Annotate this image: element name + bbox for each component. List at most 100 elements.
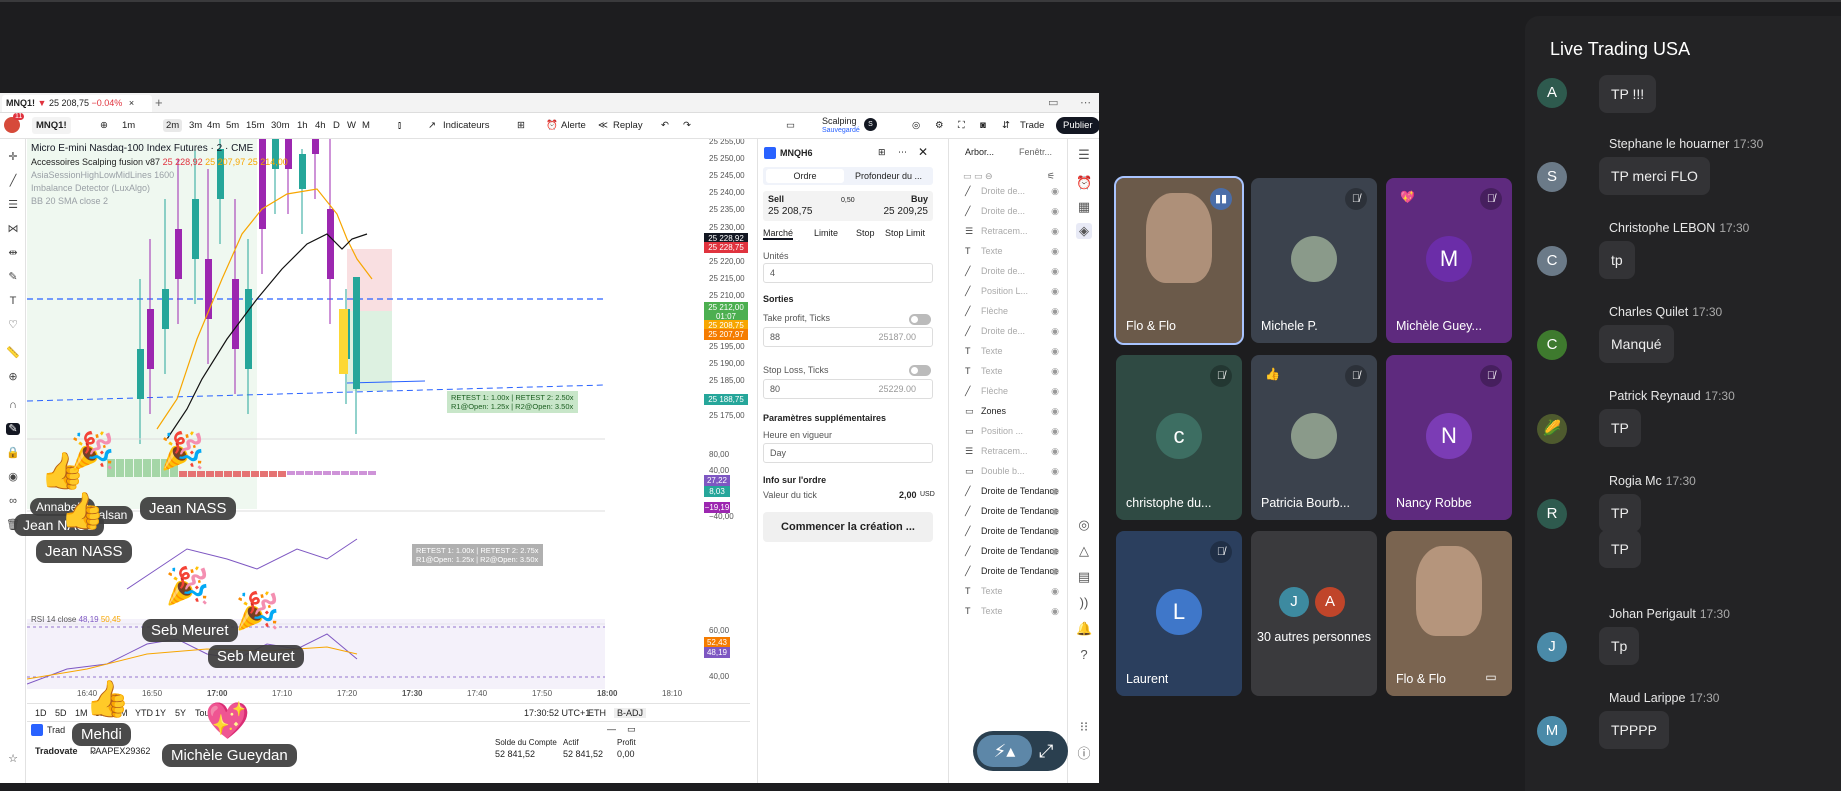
tree-item[interactable]: ▭ Position ... ◉ [965,426,1065,444]
tp-input[interactable]: 88 25187.00 [763,327,933,347]
eye-icon[interactable]: ◉ [1051,406,1059,417]
interval-15m[interactable]: 15m [246,120,264,131]
tree-item[interactable]: ☰ Retracem... ◉ [965,226,1065,244]
watchlist-icon[interactable]: ☰ [1076,147,1092,163]
type-market[interactable]: Marché [763,228,794,240]
notifications-icon[interactable]: 🔔 [1076,621,1092,637]
eye-icon[interactable]: ◉ [1051,186,1059,197]
help-icon[interactable]: ? [1076,647,1092,663]
interval-m[interactable]: M [362,120,370,131]
participant-tile[interactable]: c christophe du... 🎙̸ [1116,355,1242,520]
tab-close-icon[interactable]: × [129,98,134,108]
maximize-icon[interactable]: ▭ [627,724,636,735]
participant-tile[interactable]: J A 30 autres personnes [1251,531,1377,696]
tree-folder-icon[interactable]: ▭ ▭ ⊖ [963,171,993,182]
templates-icon[interactable]: ⊞ [517,120,525,131]
tree-item[interactable]: ╱ Droite de Tendance ◉ [965,546,1065,564]
eye-icon[interactable]: ◉ [1051,526,1059,537]
eye-icon[interactable]: ◉ [1051,506,1059,517]
price-chart[interactable]: Micro E-mini Nasdaq-100 Index Futures · … [27,139,750,704]
alert-icon[interactable]: ⏰ [546,120,558,131]
adj-button[interactable]: B-ADJ [614,708,647,718]
tab-order[interactable]: Ordre [766,169,844,183]
eye-icon[interactable]: ◉ [1051,566,1059,577]
calendar-icon[interactable]: ▦ [1076,199,1092,215]
interval-d[interactable]: D [333,120,340,131]
tree-item[interactable]: T Texte ◉ [965,606,1065,624]
tree-item[interactable]: ╱ Position L... ◉ [965,286,1065,304]
interval-30m[interactable]: 30m [271,120,289,131]
layers-icon[interactable]: ◈ [1076,223,1092,239]
tree-item[interactable]: ╱ Droite de Tendance ◉ [965,526,1065,544]
eye-icon[interactable]: ◉ [6,471,20,483]
interval-3m[interactable]: 3m [189,120,202,131]
eye-icon[interactable]: ◉ [1051,446,1059,457]
eye-icon[interactable]: ◉ [1051,346,1059,357]
eye-icon[interactable]: ◉ [1051,586,1059,597]
eye-icon[interactable]: ◉ [1051,606,1059,617]
indicators-button[interactable]: Indicateurs [443,120,489,131]
more-icon[interactable]: ⋯ [1080,96,1091,109]
units-input[interactable]: 4 [763,263,933,283]
candle-type-icon[interactable]: ⫾ [398,120,401,131]
minimize-icon[interactable]: — [607,724,616,734]
interval-w[interactable]: W [347,120,356,131]
cast-icon[interactable]: ▭ [1048,96,1058,109]
tree-item[interactable]: T Texte ◉ [965,346,1065,364]
star-icon[interactable]: ☆ [6,753,20,765]
order-layout-icon[interactable]: ⊞ [878,147,886,158]
stream-icon[interactable]: )) [1076,595,1092,611]
replay-icon[interactable]: ≪ [598,120,608,131]
range-button[interactable]: 5Y [175,708,186,718]
participant-tile[interactable]: L Laurent 🎙̸ [1116,531,1242,696]
lock-icon[interactable]: 🔒 [6,447,20,459]
alerts-icon[interactable]: ⏰ [1076,175,1092,191]
bid-ask-box[interactable]: Sell 25 208,75 0,50 Buy 25 209,25 [763,191,933,221]
window-tab[interactable]: Fenêtr... [1019,147,1052,157]
ruler-icon[interactable]: 📏 [6,347,20,359]
order-more-icon[interactable]: ⋯ [898,147,907,158]
eye-icon[interactable]: ◉ [1051,246,1059,257]
tree-item[interactable]: ╱ Droite de... ◉ [965,206,1065,224]
participant-tile[interactable]: N Nancy Robbe 🎙̸ [1386,355,1512,520]
forecast-icon[interactable]: ⇹ [6,247,20,259]
tree-item[interactable]: T Texte ◉ [965,246,1065,264]
interval-4h[interactable]: 4h [315,120,326,131]
user-avatar[interactable]: 11 [4,113,25,133]
zoom-icon[interactable]: ◎ [912,120,920,131]
range-button[interactable]: YTD [135,708,153,718]
tree-item[interactable]: T Texte ◉ [965,366,1065,384]
trade-icon[interactable]: ⇵ [1002,120,1010,131]
tree-item[interactable]: ╱ Flèche ◉ [965,386,1065,404]
eye-icon[interactable]: ◉ [1051,286,1059,297]
range-button[interactable]: 1D [35,708,47,718]
interval-4m[interactable]: 4m [207,120,220,131]
participant-tile[interactable]: Patricia Bourb... 🎙̸ 👍 [1251,355,1377,520]
fib-icon[interactable]: ☰ [6,199,20,211]
interval-2m[interactable]: 2m [163,119,183,132]
tree-item[interactable]: ☰ Retracem... ◉ [965,446,1065,464]
broker-select[interactable]: Tradovate [35,746,78,756]
tree-item[interactable]: ╱ Droite de Tendance ◉ [965,506,1065,524]
events-icon[interactable]: ▤ [1076,569,1092,585]
alert-button[interactable]: Alerte [561,120,586,131]
tp-toggle[interactable] [909,314,931,325]
settings-icon[interactable]: ⚙ [935,120,944,131]
info-icon[interactable]: ⓘ [1076,743,1092,761]
zoom-in-icon[interactable]: ⊕ [6,371,20,383]
new-tab-button[interactable]: + [155,95,163,110]
eye-icon[interactable]: ◉ [1051,546,1059,557]
participant-tile[interactable]: Michele P. 🎙̸ [1251,178,1377,343]
tree-tab[interactable]: Arbor... [965,147,994,157]
tree-item[interactable]: ╱ Droite de... ◉ [965,266,1065,284]
layout-icon[interactable]: ▭ [786,120,795,131]
interval-1h[interactable]: 1h [297,120,308,131]
ideas-icon[interactable]: △ [1076,543,1092,559]
publish-button[interactable]: Publier [1056,117,1099,134]
undo-icon[interactable]: ↶ [661,120,669,131]
crosshair-icon[interactable]: ✛ [6,151,20,163]
eye-icon[interactable]: ◉ [1051,466,1059,477]
link-icon[interactable]: ∞ [6,495,20,507]
compare-icon[interactable]: ⊕ [100,120,108,131]
tab-mnq[interactable]: MNQ1! ▼ 25 208,75 −0.04% × [2,95,152,112]
